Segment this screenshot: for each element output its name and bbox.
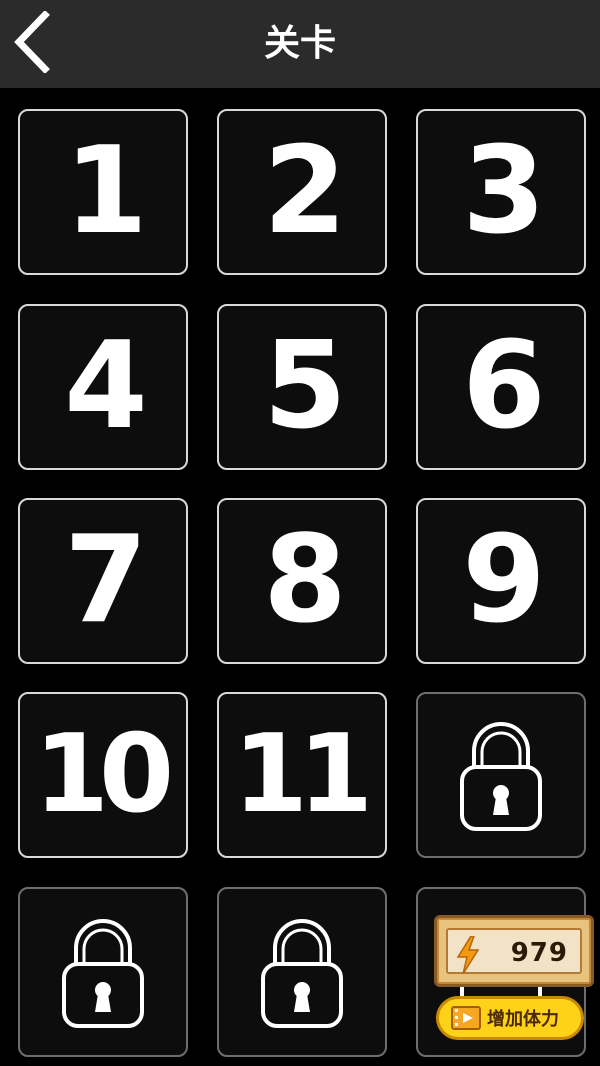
level-number: 9: [462, 511, 545, 650]
add-stamina-label: 增加体力: [487, 1009, 559, 1030]
level-grid: 1 2 3 4 5 6 7 8 9 10 11: [0, 0, 600, 1066]
lock-icon: [261, 919, 343, 1028]
level-tile-9[interactable]: 9: [416, 498, 586, 664]
level-number: 10: [33, 712, 174, 837]
level-number: 2: [263, 122, 346, 261]
level-tile-locked[interactable]: [416, 692, 586, 858]
lock-icon: [62, 919, 144, 1028]
level-tile-3[interactable]: 3: [416, 109, 586, 275]
video-icon: [451, 1006, 481, 1030]
level-tile-7[interactable]: 7: [18, 498, 188, 664]
level-tile-4[interactable]: 4: [18, 304, 188, 470]
stamina-panel: 979: [434, 915, 594, 987]
level-number: 6: [462, 317, 545, 456]
level-tile-8[interactable]: 8: [217, 498, 387, 664]
add-stamina-button[interactable]: 增加体力: [436, 996, 584, 1040]
stamina-display: 979: [446, 928, 582, 974]
level-number: 7: [64, 511, 147, 650]
lightning-icon: [456, 936, 480, 974]
level-number: 4: [64, 317, 147, 456]
level-number: 3: [462, 122, 545, 261]
lock-icon: [460, 722, 542, 831]
level-number: 8: [263, 511, 346, 650]
level-tile-10[interactable]: 10: [18, 692, 188, 858]
level-number: 11: [232, 712, 373, 837]
level-number: 5: [263, 317, 346, 456]
level-tile-2[interactable]: 2: [217, 109, 387, 275]
level-tile-11[interactable]: 11: [217, 692, 387, 858]
level-number: 1: [64, 122, 147, 261]
level-tile-6[interactable]: 6: [416, 304, 586, 470]
level-tile-1[interactable]: 1: [18, 109, 188, 275]
stamina-value: 979: [510, 938, 568, 968]
level-tile-locked[interactable]: [217, 887, 387, 1057]
level-tile-5[interactable]: 5: [217, 304, 387, 470]
level-tile-locked[interactable]: [18, 887, 188, 1057]
